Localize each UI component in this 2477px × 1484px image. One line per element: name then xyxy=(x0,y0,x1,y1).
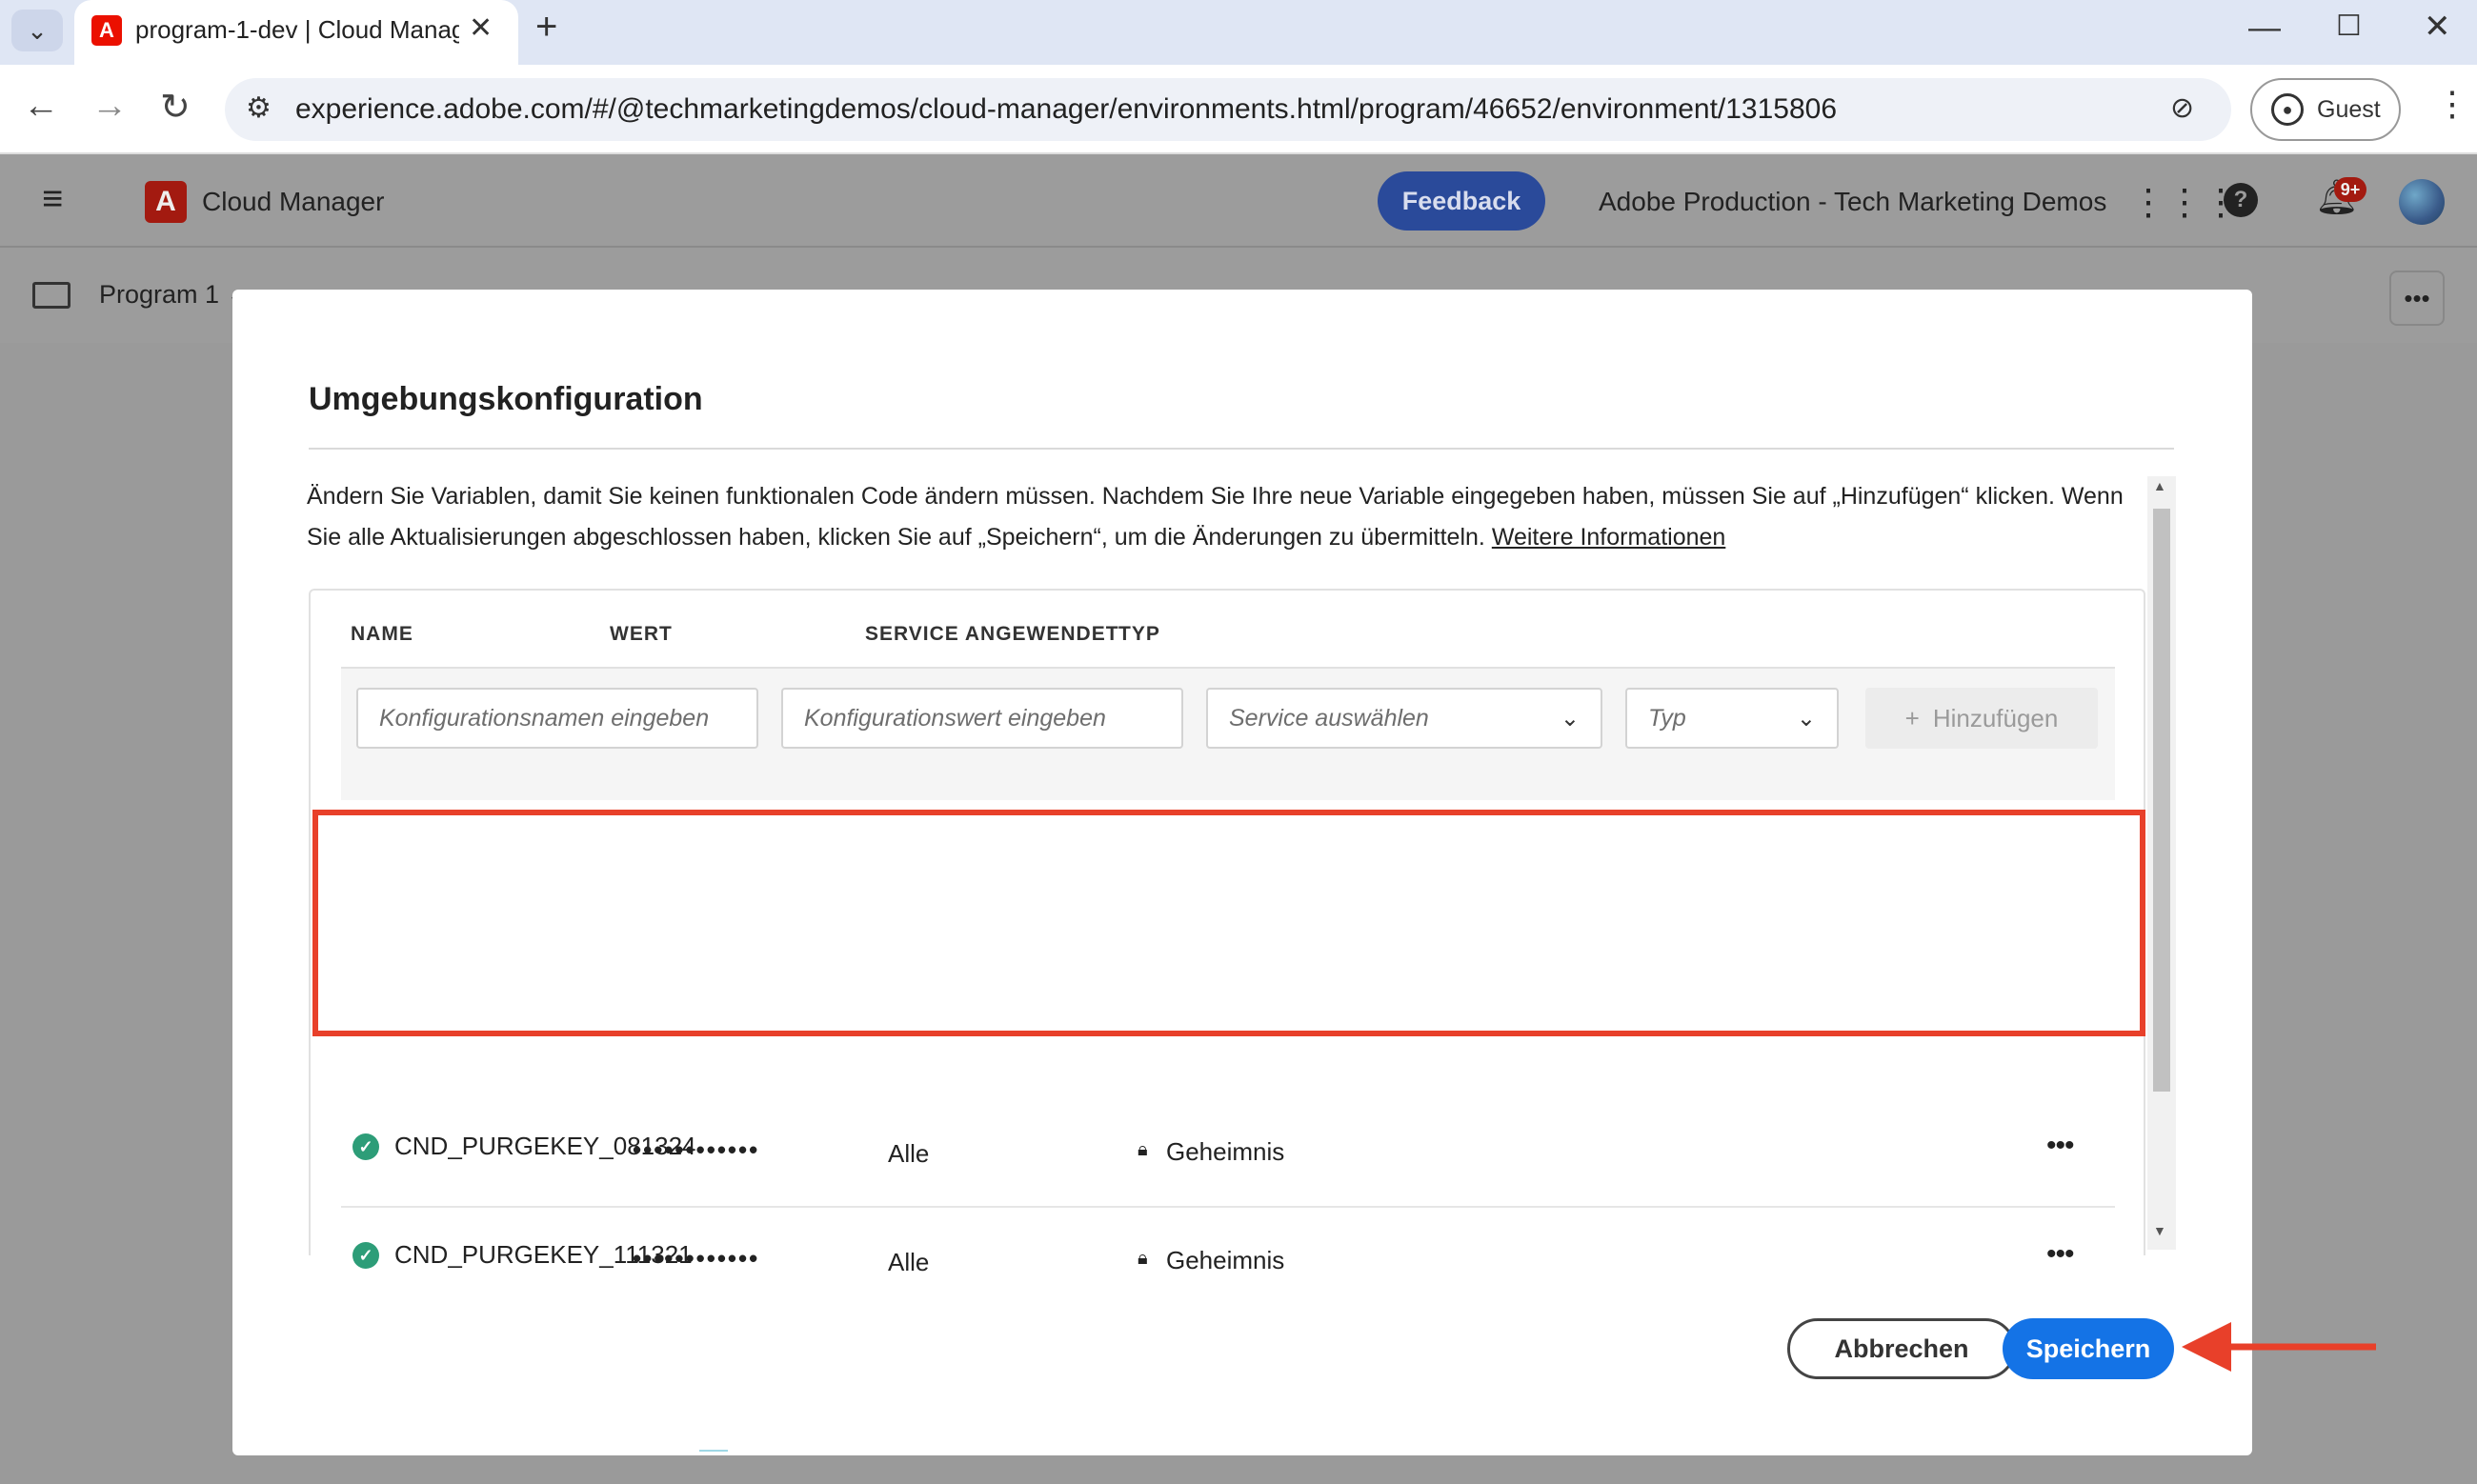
more-actions-button[interactable]: ••• xyxy=(2389,271,2445,326)
window-maximize-icon[interactable]: ☐ xyxy=(2336,10,2362,43)
type-select[interactable]: Typ ⌄ xyxy=(1625,688,1839,749)
row-more-actions-icon[interactable]: ••• xyxy=(2046,1238,2074,1271)
profile-label: Guest xyxy=(2317,95,2381,123)
user-avatar[interactable] xyxy=(2399,179,2445,225)
app-grid-icon[interactable]: ⋮⋮⋮ xyxy=(2130,181,2239,224)
tab-close-icon[interactable]: ✕ xyxy=(469,11,493,45)
new-variable-row: Konfigurationsnamen eingeben Konfigurati… xyxy=(341,669,2115,800)
check-circle-icon: ✓ xyxy=(352,1242,379,1269)
chevron-down-icon: ⌄ xyxy=(27,15,48,45)
adobe-favicon-icon: A xyxy=(91,15,122,46)
window-close-icon[interactable]: ✕ xyxy=(2424,8,2451,46)
add-button[interactable]: + Hinzufügen xyxy=(1865,688,2098,749)
config-value-placeholder: Konfigurationswert eingeben xyxy=(804,704,1106,732)
scroll-thumb[interactable] xyxy=(2153,509,2170,1092)
program-label: Program 1 xyxy=(99,280,220,309)
browser-tab-strip: ⌄ A program-1-dev | Cloud Manage ✕ + — ☐… xyxy=(0,0,2477,65)
tab-title: program-1-dev | Cloud Manage xyxy=(135,15,459,44)
site-info-icon[interactable]: ⚙ xyxy=(246,91,272,125)
dialog-title: Umgebungskonfiguration xyxy=(309,381,703,417)
scroll-up-arrow-icon[interactable]: ▲ xyxy=(2153,478,2166,493)
variable-value: •••••••••••• xyxy=(633,1244,760,1273)
focus-indicator xyxy=(699,1450,728,1452)
org-switcher[interactable]: Adobe Production - Tech Marketing Demos xyxy=(1599,187,2106,217)
window-minimize-icon[interactable]: — xyxy=(2248,10,2281,47)
learn-more-link[interactable]: Weitere Informationen xyxy=(1492,524,1726,551)
plus-icon: + xyxy=(1904,703,1920,732)
highlight-annotation-box xyxy=(312,810,2145,1036)
app-header: ≡ A Cloud Manager Feedback Adobe Product… xyxy=(0,154,2477,248)
table-row: ✓ CND_PURGEKEY_111321 •••••••••••• Alle … xyxy=(341,1208,2115,1316)
title-divider xyxy=(309,448,2174,450)
chevron-down-icon: ⌄ xyxy=(1560,705,1580,732)
add-label: Hinzufügen xyxy=(1932,703,2059,732)
notification-badge: 9+ xyxy=(2334,177,2366,202)
eye-off-icon[interactable]: ⊘ xyxy=(2170,91,2194,125)
profile-button[interactable]: ● Guest xyxy=(2250,78,2401,141)
variable-service: Alle xyxy=(888,1248,930,1276)
description-text: Ändern Sie Variablen, damit Sie keinen f… xyxy=(307,483,2124,551)
variable-value: •••••••••••• xyxy=(633,1135,760,1164)
forward-arrow-icon[interactable]: → xyxy=(91,86,128,127)
address-bar[interactable]: ⚙ experience.adobe.com/#/@techmarketingd… xyxy=(225,78,2231,141)
lock-icon: 🔒︎ xyxy=(1138,1139,1148,1160)
column-header-service: SERVICE ANGEWENDET xyxy=(865,623,1119,645)
back-arrow-icon[interactable]: ← xyxy=(23,86,59,127)
type-placeholder: Typ xyxy=(1648,704,1686,732)
arrow-annotation-icon xyxy=(2182,1322,2376,1372)
new-tab-button[interactable]: + xyxy=(535,6,557,49)
scroll-down-arrow-icon[interactable]: ▼ xyxy=(2153,1223,2166,1238)
chevron-down-icon: ⌄ xyxy=(1796,705,1816,732)
variable-type: Geheimnis xyxy=(1166,1246,1285,1274)
service-placeholder: Service auswählen xyxy=(1229,704,1429,732)
program-icon xyxy=(32,282,70,309)
adobe-logo-icon: A xyxy=(145,181,187,223)
lock-icon: 🔒︎ xyxy=(1138,1248,1148,1269)
browser-tab[interactable]: A program-1-dev | Cloud Manage ✕ xyxy=(74,0,518,65)
row-more-actions-icon[interactable]: ••• xyxy=(2046,1130,2074,1162)
dialog-description: Ändern Sie Variablen, damit Sie keinen f… xyxy=(307,476,2159,558)
variable-service: Alle xyxy=(888,1139,930,1168)
tab-search-button[interactable]: ⌄ xyxy=(11,10,63,51)
feedback-button[interactable]: Feedback xyxy=(1378,171,1545,231)
help-icon[interactable]: ? xyxy=(2224,183,2258,217)
reload-icon[interactable]: ↻ xyxy=(160,86,191,129)
browser-menu-icon[interactable]: ⋮ xyxy=(2435,84,2469,124)
check-circle-icon: ✓ xyxy=(352,1133,379,1160)
config-value-input[interactable]: Konfigurationswert eingeben xyxy=(781,688,1183,749)
hamburger-menu-icon[interactable]: ≡ xyxy=(42,179,63,220)
dialog-scrollbar[interactable]: ▲ ▼ xyxy=(2147,476,2176,1250)
service-select[interactable]: Service auswählen ⌄ xyxy=(1206,688,1602,749)
program-selector[interactable]: Program 1 ⌄ xyxy=(99,280,248,310)
app-name: Cloud Manager xyxy=(202,187,385,216)
person-icon: ● xyxy=(2271,93,2304,126)
column-header-type: TYP xyxy=(1118,623,1160,645)
browser-toolbar: ← → ↻ ⚙ experience.adobe.com/#/@techmark… xyxy=(0,65,2477,154)
cancel-button[interactable]: Abbrechen xyxy=(1787,1318,2016,1379)
column-header-value: WERT xyxy=(610,623,673,645)
config-name-input[interactable]: Konfigurationsnamen eingeben xyxy=(356,688,758,749)
url-text[interactable]: experience.adobe.com/#/@techmarketingdem… xyxy=(295,93,1837,126)
table-row: ✓ CND_PURGEKEY_081324 •••••••••••• Alle … xyxy=(341,1099,2115,1208)
column-header-name: NAME xyxy=(351,623,413,645)
variable-type: Geheimnis xyxy=(1166,1137,1285,1166)
config-name-placeholder: Konfigurationsnamen eingeben xyxy=(379,704,710,732)
save-button[interactable]: Speichern xyxy=(2003,1318,2174,1379)
